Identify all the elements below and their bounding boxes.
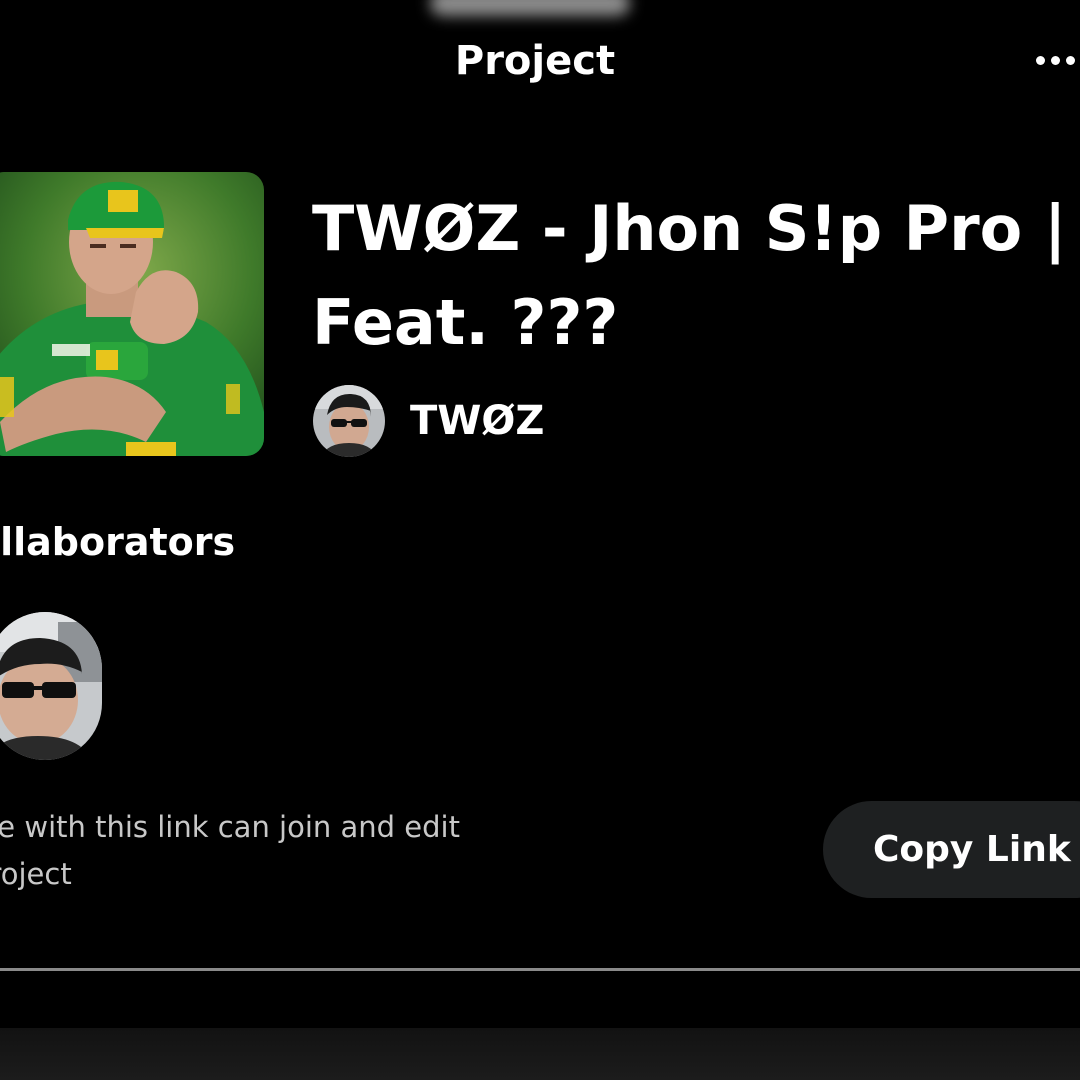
song-title: TWØZ - Jhon S!p Pro | Feat. ??? xyxy=(312,192,1067,359)
more-options-button[interactable] xyxy=(1036,48,1080,72)
collaborator-avatar-image xyxy=(0,612,102,760)
bottom-bar xyxy=(0,1028,1080,1080)
more-horizontal-icon-dot xyxy=(1066,55,1075,65)
copy-link-button[interactable]: Copy Link xyxy=(823,801,1080,898)
page-title: Project xyxy=(454,38,616,84)
album-cover[interactable] xyxy=(0,172,264,456)
artist-name: TWØZ xyxy=(410,398,545,444)
status-bar-blur xyxy=(430,0,630,16)
divider xyxy=(0,968,1080,971)
share-link-note: yone with this link can join and edit e … xyxy=(0,804,624,898)
more-horizontal-icon-dot xyxy=(1036,55,1045,65)
collaborator-avatar[interactable] xyxy=(0,612,102,760)
artist-avatar xyxy=(313,385,385,457)
collaborators-heading: ollaborators xyxy=(0,520,236,564)
artist-avatar-image xyxy=(313,385,385,457)
share-link-note-line-1: yone with this link can join and edit e … xyxy=(0,810,460,891)
album-cover-image xyxy=(0,172,264,456)
screen: Project TWØZ - Jhon S!p Pro | Feat. ??? … xyxy=(0,0,1080,1080)
more-horizontal-icon-dot xyxy=(1051,55,1060,65)
artist-row[interactable]: TWØZ xyxy=(313,384,544,458)
